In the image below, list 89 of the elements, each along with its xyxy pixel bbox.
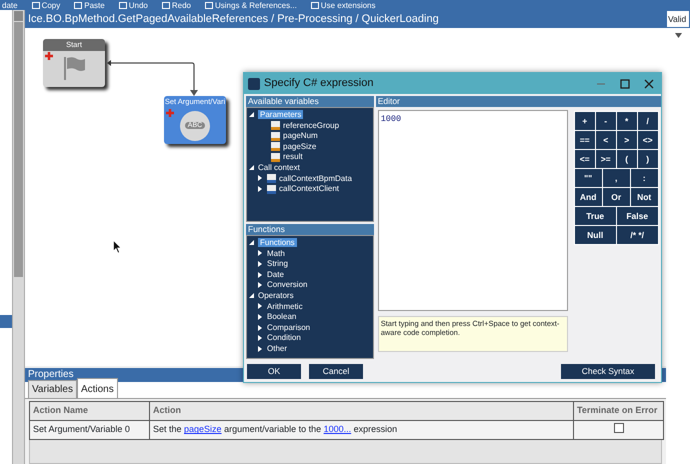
keypad-button[interactable]: < [596, 131, 616, 149]
panel-header: Editor [376, 96, 661, 107]
expand-arrow-icon[interactable] [258, 324, 263, 331]
tree-item[interactable]: callContextClient [279, 184, 340, 194]
expand-arrow-icon[interactable] [258, 272, 263, 278]
keypad-button[interactable]: False [616, 207, 658, 225]
keypad-button[interactable]: ( [616, 150, 637, 168]
keypad-button[interactable]: /* */ [616, 226, 658, 244]
check-syntax-button[interactable]: Check Syntax [561, 364, 655, 379]
tree-item[interactable]: callContextBpmData [279, 174, 352, 183]
keypad-button[interactable]: Null [574, 226, 616, 244]
keypad-button[interactable]: ) [638, 150, 658, 168]
keypad-button[interactable]: == [574, 131, 595, 149]
plus-icon[interactable] [45, 52, 53, 60]
expand-arrow-icon[interactable] [258, 314, 263, 320]
dialog-button[interactable]: Cancel [309, 364, 363, 379]
keypad-button[interactable]: * [616, 112, 637, 130]
tree-item[interactable]: String [267, 259, 288, 268]
tree-item[interactable]: Conversion [267, 280, 308, 290]
keypad-button[interactable]: > [616, 131, 637, 149]
column-header: Terminate on Error [574, 402, 664, 420]
tab[interactable]: Actions [76, 378, 118, 398]
column-header: Action [150, 402, 574, 420]
toolbar-button[interactable]: Usings & References... [204, 0, 297, 10]
tree-item[interactable]: Call context [258, 162, 300, 172]
keypad-button[interactable]: Or [602, 188, 630, 206]
tree-item[interactable]: Boolean [267, 312, 296, 322]
keypad-button[interactable]: / [638, 112, 658, 130]
panel-header: Functions [246, 224, 374, 235]
keypad-button[interactable]: >= [596, 150, 616, 168]
keypad-button[interactable]: <> [638, 131, 658, 149]
tree-item[interactable]: result [283, 152, 303, 162]
keypad-button[interactable]: True [574, 207, 616, 225]
tree-item[interactable]: Operators [258, 290, 294, 300]
keypad-button[interactable]: "" [574, 169, 602, 187]
collapse-arrow-icon[interactable] [249, 112, 254, 118]
toolbar-button[interactable]: Use extensions [310, 0, 376, 10]
keypad-button[interactable]: And [574, 188, 602, 206]
code-editor[interactable]: 1000 [378, 110, 568, 311]
expression-link[interactable]: 1000... [324, 424, 352, 434]
tab[interactable]: Variables [28, 380, 77, 398]
expand-arrow-icon[interactable] [258, 186, 263, 192]
tree-item[interactable]: Date [267, 270, 284, 279]
keypad-button[interactable]: <= [574, 150, 595, 168]
toolbar-button[interactable]: Copy [32, 0, 60, 10]
dialog-title: Specify C# expression [264, 76, 374, 91]
close-icon[interactable] [644, 78, 654, 88]
keypad-button[interactable]: + [574, 112, 595, 130]
keypad-button[interactable]: : [630, 169, 658, 187]
collapse-arrow-icon[interactable] [249, 165, 254, 170]
toolbar-button[interactable]: Redo [162, 0, 191, 10]
keypad-button[interactable]: , [602, 169, 630, 187]
maximize-icon[interactable] [620, 78, 630, 88]
tree-item[interactable]: pageSize [283, 142, 316, 151]
panel-header: Available variables [246, 96, 374, 107]
scrollbar[interactable] [12, 10, 25, 464]
column-header: Action Name [30, 402, 150, 420]
expand-arrow-icon[interactable] [258, 282, 263, 288]
expand-arrow-icon[interactable] [258, 346, 263, 352]
tree-item[interactable]: Comparison [267, 322, 310, 332]
tree-item[interactable]: referenceGroup [283, 120, 340, 130]
tree-item[interactable]: Arithmetic [267, 302, 303, 311]
collapse-arrow-icon[interactable] [249, 293, 254, 298]
expand-arrow-icon[interactable] [258, 175, 263, 182]
expand-arrow-icon[interactable] [258, 303, 263, 310]
keypad-button[interactable]: - [596, 112, 616, 130]
keypad-button[interactable]: Not [630, 188, 658, 206]
flag-icon [61, 55, 87, 81]
action-sentence: Set the pageSize argument/variable to the 1000... expression [150, 420, 574, 440]
expand-arrow-icon[interactable] [258, 335, 263, 342]
panel-header: Valid [666, 10, 690, 28]
tree-item[interactable]: Math [267, 248, 285, 258]
toolbar-button[interactable]: Paste [74, 0, 105, 10]
tree-item[interactable]: pageNum [283, 131, 318, 140]
tree-item[interactable]: Condition [267, 333, 301, 342]
expand-arrow-icon[interactable] [258, 261, 263, 268]
expression-link[interactable]: pageSize [184, 424, 222, 434]
toolbar-button[interactable]: date [2, 0, 18, 10]
expand-arrow-icon[interactable] [258, 250, 263, 256]
checkbox[interactable] [614, 422, 624, 433]
toolbar-button[interactable]: Undo [118, 0, 148, 10]
table-cell: Set Argument/Variable 0 [30, 420, 150, 440]
collapse-arrow-icon[interactable] [249, 240, 254, 246]
dialog-icon [248, 78, 260, 90]
dropdown-arrow-icon[interactable] [674, 33, 682, 38]
document-title: Ice.BO.BpMethod.GetPagedAvailableReferences / Pre-Processing / QuickerLoading [25, 10, 666, 28]
tree-item[interactable]: Other [267, 344, 288, 353]
dialog-button[interactable]: OK [247, 364, 301, 379]
mouse-pointer-icon [113, 240, 122, 254]
